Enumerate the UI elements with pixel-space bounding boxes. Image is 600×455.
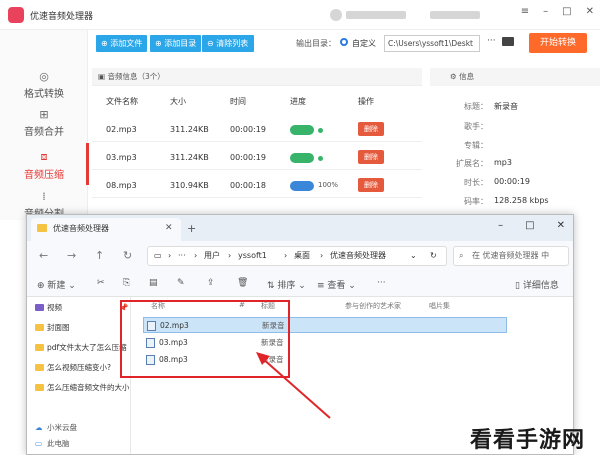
merge-icon: ⊞ — [39, 108, 49, 121]
status-dot — [318, 156, 323, 161]
explorer-window-controls: – □ ✕ — [498, 220, 565, 231]
menu-icon[interactable]: ≡ — [521, 6, 529, 17]
highlight-box — [120, 300, 290, 378]
search-input[interactable]: 在 优速音频处理器 中 — [453, 246, 569, 266]
minimize-icon[interactable]: – — [498, 220, 503, 231]
output-dir-label: 输出目录： — [296, 39, 336, 48]
add-file-button[interactable]: ⊕ 添加文件 — [96, 35, 148, 52]
gear-icon: ⚙ — [450, 72, 457, 81]
add-folder-button[interactable]: ⊕ 添加目录 — [150, 35, 202, 52]
nav-item[interactable]: 封面图 — [33, 319, 129, 337]
delete-icon[interactable]: 🗑 — [237, 278, 248, 288]
avatar[interactable] — [330, 9, 342, 21]
explorer-navbar: ← → ↑ ↻ ▭ › ··· › 用户 › yssoft1 › 桌面 › 优速… — [27, 241, 573, 271]
status-dot — [318, 128, 323, 133]
delete-button[interactable]: 删除 — [358, 150, 384, 164]
split-icon: ⁞ — [42, 190, 46, 203]
address-bar[interactable]: ▭ › ··· › 用户 › yssoft1 › 桌面 › 优速音频处理器 ⌄ … — [147, 246, 447, 266]
breadcrumb[interactable]: 优速音频处理器 — [330, 247, 386, 265]
close-icon[interactable]: ✕ — [586, 6, 594, 17]
folder-icon — [35, 364, 44, 371]
progress-pill — [290, 153, 314, 163]
breadcrumb[interactable]: 桌面 — [294, 247, 310, 265]
table-row[interactable]: 03.mp3 311.24KB 00:00:19 删除 — [92, 144, 422, 170]
cut-icon[interactable]: ✂ — [97, 278, 105, 288]
nav-item[interactable]: pdf文件太大了怎么压缩 — [33, 339, 129, 357]
file-explorer-window[interactable]: 优速音频处理器 ✕ + – □ ✕ ← → ↑ ↻ ▭ › ··· › 用户 ›… — [26, 214, 574, 455]
folder-icon — [35, 324, 44, 331]
table-row[interactable]: 02.mp3 311.24KB 00:00:19 删除 — [92, 116, 422, 142]
tab-close-icon[interactable]: ✕ — [165, 223, 173, 233]
up-icon[interactable]: ↑ — [95, 249, 104, 262]
sort-button[interactable]: ⇅ 排序 ⌄ — [267, 278, 306, 291]
convert-icon: ◎ — [39, 70, 49, 83]
watermark: 看看手游网 — [470, 428, 586, 453]
clear-list-button[interactable]: ⊖ 清除列表 — [202, 35, 254, 52]
sidebar-item-compress[interactable]: ⧈ 音频压缩 — [0, 150, 88, 181]
app-titlebar: 优速音频处理器 ≡ – □ ✕ — [0, 0, 600, 30]
nav-item[interactable]: 怎么视频压缩变小? — [33, 359, 129, 377]
maximize-icon[interactable]: □ — [562, 6, 571, 17]
delete-button[interactable]: 删除 — [358, 122, 384, 136]
compress-icon: ⧈ — [40, 150, 48, 163]
music-app-icon — [8, 7, 24, 23]
start-convert-button[interactable]: 开始转换 — [529, 33, 587, 53]
output-path-input[interactable]: C:\Users\yssoft1\Deskt — [384, 35, 480, 52]
paste-icon[interactable]: ▤ — [149, 278, 158, 288]
nav-item[interactable]: 怎么压缩音频文件的大小 — [33, 379, 129, 397]
new-button[interactable]: ⊕ 新建 ⌄ — [37, 278, 76, 291]
navigation-pane: 视频 📌 封面图 pdf文件太大了怎么压缩 怎么视频压缩变小? 怎么压缩音频文件的… — [27, 297, 131, 454]
breadcrumb[interactable]: 用户 — [204, 247, 220, 265]
window-controls: ≡ – □ ✕ — [521, 6, 594, 17]
search-icon: ⌕ — [459, 251, 464, 260]
info-header: ⚙ 信息 — [430, 68, 600, 86]
sidebar-item-merge[interactable]: ⊞ 音频合并 — [0, 108, 88, 138]
more-icon[interactable]: ··· — [178, 247, 186, 265]
sidebar-item-convert[interactable]: ◎ 格式转换 — [0, 70, 88, 100]
chevron-down-icon[interactable]: ⌄ — [410, 247, 417, 265]
sidebar: ◎格式转换 ⊞音频合并 ⧈音频压缩 ⁞音频分割 — [0, 30, 88, 220]
app-title: 优速音频处理器 — [30, 12, 94, 22]
custom-radio-label: 自定义 — [352, 39, 376, 48]
folder-icon — [37, 224, 47, 232]
rename-icon[interactable]: ✎ — [177, 278, 185, 288]
computer-icon: ▭ — [35, 439, 43, 448]
explorer-tab[interactable]: 优速音频处理器 — [31, 218, 181, 241]
details-button[interactable]: ▯ 详细信息 — [515, 278, 559, 291]
view-button[interactable]: ≡ 查看 ⌄ — [317, 278, 356, 291]
maximize-icon[interactable]: □ — [525, 220, 534, 231]
close-icon[interactable]: ✕ — [557, 220, 565, 231]
more-icon[interactable]: ··· — [377, 278, 386, 288]
browse-more-button[interactable]: ··· — [487, 36, 496, 46]
explorer-toolbar: ⊕ 新建 ⌄ ✂ ⎘ ▤ ✎ ⇪ 🗑 ⇅ 排序 ⌄ ≡ 查看 ⌄ ··· ▯ 详… — [27, 271, 573, 297]
custom-radio[interactable] — [340, 38, 348, 46]
back-icon[interactable]: ← — [39, 249, 48, 262]
folder-icon — [35, 344, 44, 351]
copy-icon[interactable]: ⎘ — [123, 278, 130, 288]
video-folder-icon — [35, 304, 44, 311]
refresh-icon[interactable]: ↻ — [123, 249, 132, 262]
refresh-icon[interactable]: ↻ — [430, 247, 437, 265]
nav-item[interactable]: 视频 📌 — [33, 299, 129, 317]
minimize-icon[interactable]: – — [543, 6, 548, 17]
file-list-header: ▣ 音频信息（3个） — [92, 68, 422, 86]
breadcrumb[interactable]: yssoft1 — [238, 247, 267, 265]
file-list-columns: 文件名称 大小 时间 进度 操作 — [106, 97, 374, 106]
delete-button[interactable]: 删除 — [358, 178, 384, 192]
explorer-tabbar: 优速音频处理器 ✕ + – □ ✕ — [27, 215, 573, 241]
blurred-username — [346, 11, 406, 19]
blurred-info — [430, 11, 480, 19]
forward-icon[interactable]: → — [67, 249, 76, 262]
active-indicator — [86, 143, 89, 185]
share-icon[interactable]: ⇪ — [207, 278, 215, 288]
progress-pill — [290, 181, 314, 191]
folder-icon[interactable] — [502, 37, 514, 46]
new-tab-icon[interactable]: + — [187, 222, 196, 235]
progress-pill — [290, 125, 314, 135]
folder-icon — [35, 384, 44, 391]
nav-item-pc[interactable]: ▭ 此电脑 — [33, 435, 129, 453]
table-row[interactable]: 08.mp3 310.94KB 00:00:18 100% 删除 — [92, 172, 422, 198]
monitor-icon: ▭ — [154, 251, 162, 260]
